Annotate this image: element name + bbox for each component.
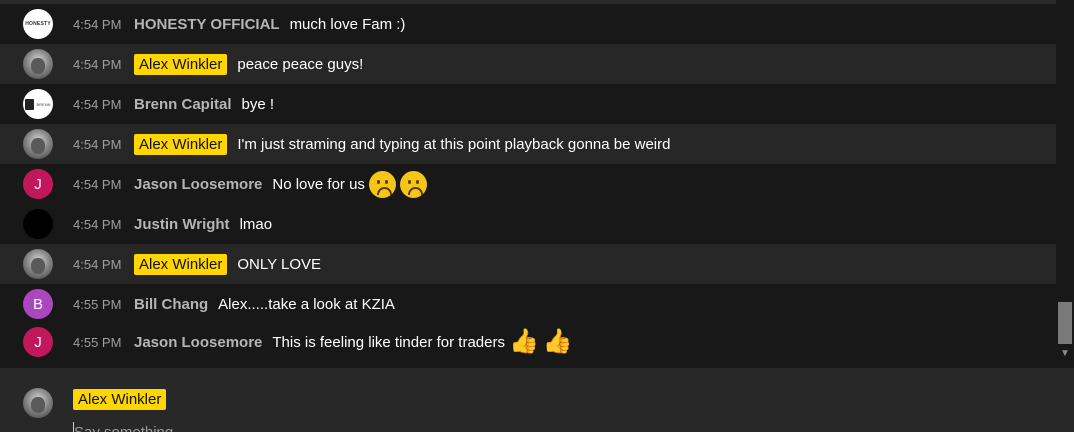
- avatar: [23, 388, 53, 418]
- composer-author-badge: Alex Winkler: [73, 389, 167, 410]
- message-text: much love Fam :): [289, 15, 406, 33]
- chat-message: 4:54 PM Alex Winkler ONLY LOVE: [0, 244, 1056, 284]
- chat-message: 4:54 PM Justin Wright lmao: [0, 204, 1056, 244]
- message-time: 4:54 PM: [73, 96, 122, 112]
- slightly-frowning-face-icon: [399, 170, 427, 198]
- avatar-initial: B: [32, 295, 43, 313]
- chat-message: J 4:54 PM Jason Loosemore No love for us: [0, 164, 1056, 204]
- message-time: 4:54 PM: [73, 16, 122, 32]
- chat-message: B 4:55 PM Bill Chang Alex.....take a loo…: [0, 284, 1056, 324]
- author-name[interactable]: Justin Wright: [134, 216, 230, 233]
- message-time: 4:54 PM: [73, 216, 122, 232]
- message-text: bye !: [241, 95, 275, 113]
- message-text: This is feeling like tinder for traders: [272, 333, 505, 351]
- avatar[interactable]: [23, 249, 53, 279]
- avatar[interactable]: HONESTY: [23, 9, 53, 39]
- avatar-initial: J: [34, 175, 42, 193]
- message-list[interactable]: HONESTY 4:54 PM HONESTY OFFICIAL much lo…: [0, 4, 1056, 362]
- author-name[interactable]: Jason Loosemore: [134, 176, 262, 193]
- author-name[interactable]: HONESTY OFFICIAL: [134, 16, 280, 33]
- brenn-logo-icon: [25, 98, 35, 110]
- message-time: 4:54 PM: [73, 256, 122, 272]
- owner-badge[interactable]: Alex Winkler: [134, 253, 228, 275]
- author-name[interactable]: Bill Chang: [134, 296, 208, 313]
- message-time: 4:54 PM: [73, 136, 122, 152]
- brenn-logo-text: BRENN: [36, 101, 51, 107]
- thumbs-up-icon: 👍: [508, 328, 539, 355]
- author-name[interactable]: Brenn Capital: [134, 96, 232, 113]
- message-text: I'm just straming and typing at this poi…: [237, 135, 671, 153]
- message-text: ONLY LOVE: [237, 255, 322, 273]
- scrollbar[interactable]: ▼: [1056, 0, 1074, 368]
- author-name[interactable]: Jason Loosemore: [134, 334, 262, 351]
- profile-photo: [31, 397, 45, 413]
- scrollbar-thumb[interactable]: [1058, 302, 1072, 344]
- avatar[interactable]: J: [23, 169, 53, 199]
- chat-message: 4:54 PM Alex Winkler peace peace guys!: [0, 44, 1056, 84]
- chat-composer: Alex Winkler: [0, 368, 1074, 432]
- avatar[interactable]: [23, 129, 53, 159]
- chat-message: J 4:55 PM Jason Loosemore This is feelin…: [0, 322, 1056, 362]
- message-text: Alex.....take a look at KZIA: [218, 295, 395, 313]
- chat-message: BRENN 4:54 PM Brenn Capital bye !: [0, 84, 1056, 124]
- avatar[interactable]: J: [23, 327, 53, 357]
- owner-badge[interactable]: Alex Winkler: [134, 53, 228, 75]
- avatar[interactable]: [23, 209, 53, 239]
- live-chat-panel: HONESTY 4:54 PM HONESTY OFFICIAL much lo…: [0, 0, 1074, 432]
- avatar[interactable]: B: [23, 289, 53, 319]
- chat-message: 4:54 PM Alex Winkler I'm just straming a…: [0, 124, 1056, 164]
- avatar[interactable]: [23, 49, 53, 79]
- message-time: 4:54 PM: [73, 176, 122, 192]
- message-time: 4:55 PM: [73, 334, 122, 350]
- message-text: lmao: [239, 215, 273, 233]
- message-time: 4:54 PM: [73, 56, 122, 72]
- avatar[interactable]: BRENN: [23, 89, 53, 119]
- profile-photo: [31, 138, 45, 154]
- profile-photo: [31, 258, 45, 274]
- chat-input[interactable]: [73, 422, 974, 432]
- message-text: peace peace guys!: [237, 55, 364, 73]
- chevron-down-icon[interactable]: ▼: [1059, 348, 1071, 360]
- chat-message: HONESTY 4:54 PM HONESTY OFFICIAL much lo…: [0, 4, 1056, 44]
- owner-badge[interactable]: Alex Winkler: [134, 133, 228, 155]
- message-time: 4:55 PM: [73, 296, 122, 312]
- honesty-logo: HONESTY: [25, 21, 51, 27]
- slightly-frowning-face-icon: [368, 170, 396, 198]
- message-text: No love for us: [272, 175, 365, 193]
- avatar-initial: J: [34, 333, 42, 351]
- profile-photo: [31, 58, 45, 74]
- thumbs-up-icon: 👍: [542, 328, 573, 355]
